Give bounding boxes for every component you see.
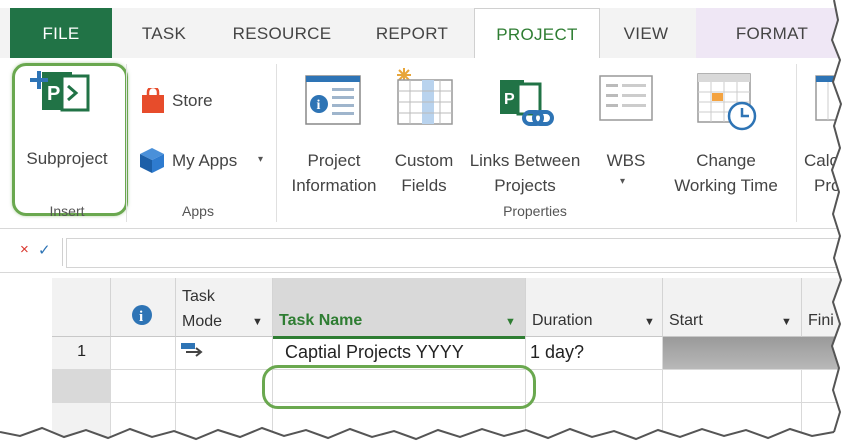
select-all-corner[interactable] bbox=[52, 278, 111, 337]
links-between-projects-label-line1: Links Between bbox=[469, 151, 581, 170]
custom-fields-label-line1: Custom bbox=[394, 151, 454, 170]
start-header-label: Start bbox=[669, 312, 703, 329]
task-name-cell[interactable] bbox=[273, 403, 526, 443]
column-header-task-mode[interactable]: Task Mode ▼ bbox=[176, 278, 273, 337]
indicator-cell[interactable] bbox=[111, 403, 176, 443]
row-id-cell[interactable] bbox=[52, 370, 111, 403]
info-icon: i bbox=[132, 305, 152, 325]
chevron-down-icon: ▾ bbox=[620, 176, 626, 187]
group-label-insert: Insert bbox=[49, 203, 85, 219]
my-apps-button[interactable]: My Apps ▾ bbox=[136, 144, 272, 178]
custom-fields-label-line2: Fields bbox=[401, 176, 447, 195]
filter-dropdown-icon[interactable]: ▼ bbox=[644, 316, 655, 328]
store-label: Store bbox=[172, 91, 213, 110]
task-mode-header-line1: Task bbox=[182, 288, 215, 305]
task-mode-cell[interactable] bbox=[176, 370, 273, 403]
row-id-cell[interactable]: 1 bbox=[52, 337, 111, 370]
duration-cell[interactable] bbox=[526, 370, 663, 403]
duration-header-label: Duration bbox=[532, 312, 593, 329]
indicator-cell[interactable] bbox=[111, 370, 176, 403]
column-header-duration[interactable]: Duration ▼ bbox=[526, 278, 663, 337]
duration-cell[interactable] bbox=[526, 403, 663, 443]
calculate-project-button[interactable]: Calc Pro bbox=[800, 64, 848, 198]
links-between-projects-button[interactable]: P Links Between Projects bbox=[462, 64, 588, 198]
store-button[interactable]: Store bbox=[136, 84, 256, 118]
highlight-ring-subproject bbox=[12, 63, 128, 216]
links-between-projects-label-line2: Projects bbox=[494, 176, 556, 195]
indicator-cell[interactable] bbox=[111, 337, 176, 370]
calendar-clock-icon bbox=[697, 73, 757, 131]
row-id: 1 bbox=[77, 343, 86, 360]
change-working-time-button[interactable]: Change Working Time bbox=[662, 64, 790, 198]
column-header-finish[interactable]: Fini bbox=[802, 278, 848, 337]
calculate-project-label-line1: Calc bbox=[804, 151, 839, 170]
entry-bar: × ✓ bbox=[0, 232, 848, 273]
column-header-indicators[interactable]: i bbox=[111, 278, 176, 337]
custom-fields-button[interactable]: Custom Fields bbox=[388, 64, 460, 198]
task-name-value: Captial Projects YYYY bbox=[285, 342, 464, 362]
group-label-apps: Apps bbox=[182, 203, 214, 219]
task-mode-cell[interactable] bbox=[176, 337, 273, 370]
group-label-properties: Properties bbox=[503, 203, 567, 219]
calculate-project-label-line2: Pro bbox=[814, 176, 841, 195]
change-working-time-label-line1: Change bbox=[696, 151, 756, 170]
group-separator bbox=[276, 64, 277, 222]
column-header-task-name[interactable]: Task Name ▼ bbox=[273, 278, 526, 339]
project-information-label-line1: Project bbox=[307, 151, 361, 170]
ribbon-tab-bar: FILE TASK RESOURCE REPORT PROJECT VIEW F… bbox=[0, 8, 848, 60]
tab-resource[interactable]: RESOURCE bbox=[216, 8, 348, 58]
group-separator bbox=[796, 64, 797, 222]
task-mode-cell[interactable] bbox=[176, 403, 273, 443]
wbs-icon bbox=[599, 75, 653, 121]
start-cell[interactable] bbox=[663, 403, 802, 443]
svg-text:i: i bbox=[139, 309, 143, 325]
tab-report[interactable]: REPORT bbox=[356, 8, 468, 58]
tab-file[interactable]: FILE bbox=[10, 8, 112, 58]
finish-cell[interactable] bbox=[802, 370, 848, 403]
svg-text:P: P bbox=[504, 91, 515, 108]
task-mode-header-line2: Mode bbox=[182, 313, 223, 330]
filter-dropdown-icon[interactable]: ▼ bbox=[252, 316, 263, 328]
tab-task[interactable]: TASK bbox=[118, 8, 210, 58]
project-information-button[interactable]: i Project Information bbox=[282, 64, 386, 198]
svg-text:i: i bbox=[317, 98, 321, 113]
project-information-label-line2: Information bbox=[291, 176, 377, 195]
duration-value: 1 day? bbox=[530, 342, 585, 362]
auto-scheduled-icon bbox=[181, 343, 203, 357]
ms-project-window: FILE TASK RESOURCE REPORT PROJECT VIEW F… bbox=[0, 0, 848, 448]
tab-format[interactable]: FORMAT bbox=[696, 8, 848, 58]
start-cell[interactable] bbox=[663, 370, 802, 403]
filter-dropdown-icon[interactable]: ▼ bbox=[505, 316, 516, 328]
duration-cell[interactable]: 1 day? bbox=[526, 337, 663, 370]
apps-cube-icon bbox=[140, 148, 164, 173]
start-cell[interactable] bbox=[663, 337, 848, 370]
tab-view[interactable]: VIEW bbox=[606, 8, 686, 58]
finish-header-label: Fini bbox=[808, 312, 834, 329]
filter-dropdown-icon[interactable]: ▼ bbox=[781, 316, 792, 328]
store-icon bbox=[142, 88, 164, 113]
cancel-entry-icon[interactable]: × bbox=[20, 241, 29, 258]
chevron-down-icon: ▾ bbox=[258, 154, 264, 165]
gantt-task-table: i Task Mode ▼ Task Name ▼ Duration ▼ Sta… bbox=[0, 278, 848, 448]
custom-fields-icon bbox=[397, 68, 453, 125]
entry-input[interactable] bbox=[66, 238, 848, 268]
task-name-header-label: Task Name bbox=[279, 312, 363, 329]
column-header-start[interactable]: Start ▼ bbox=[663, 278, 802, 337]
row-id-cell[interactable] bbox=[52, 403, 111, 443]
tab-project[interactable]: PROJECT bbox=[474, 8, 600, 60]
wbs-button[interactable]: WBS ▾ bbox=[592, 64, 660, 198]
ribbon-project: P Subproject Insert Store My Apps ▾ Apps… bbox=[0, 58, 848, 229]
entry-bar-buttons: × ✓ bbox=[8, 238, 63, 266]
highlight-ring-task-name bbox=[262, 365, 536, 409]
calculate-project-icon bbox=[815, 75, 848, 121]
project-information-icon: i bbox=[305, 75, 361, 125]
wbs-label: WBS bbox=[606, 151, 646, 170]
group-separator bbox=[126, 64, 127, 222]
links-between-projects-icon: P bbox=[500, 80, 554, 126]
enter-entry-icon[interactable]: ✓ bbox=[38, 241, 51, 259]
change-working-time-label-line2: Working Time bbox=[674, 176, 778, 195]
my-apps-label: My Apps bbox=[172, 151, 238, 170]
